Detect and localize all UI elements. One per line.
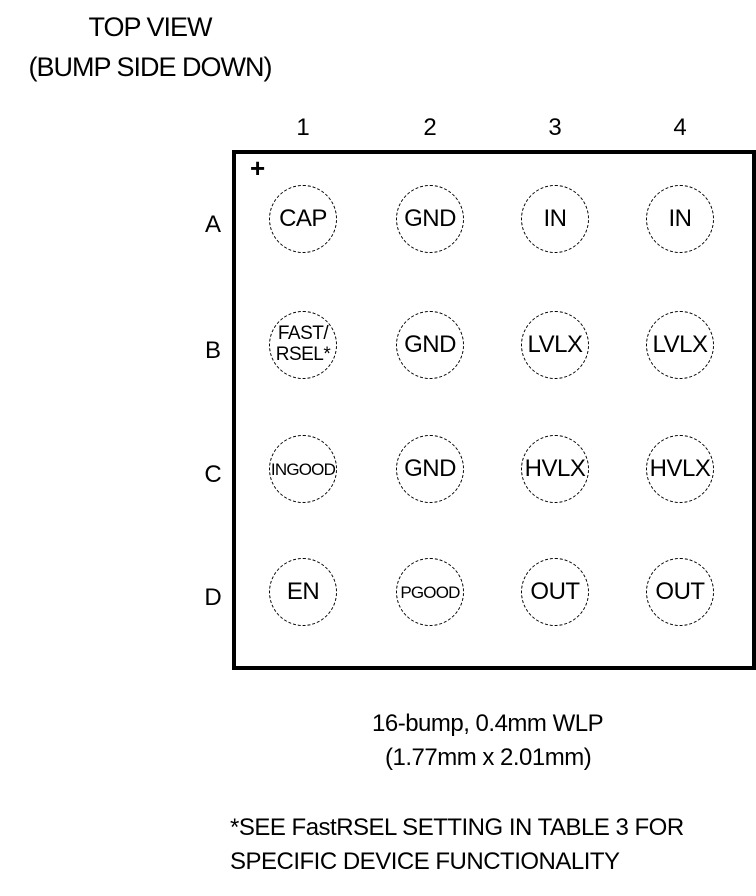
- bump-b2: GND: [396, 311, 464, 379]
- row-label: B: [204, 337, 221, 364]
- bump-c3: HVLX: [521, 435, 589, 503]
- bump-label: INGOOD: [270, 459, 336, 479]
- bump-label: GND: [404, 455, 456, 482]
- footnote-line-2: SPECIFIC DEVICE FUNCTIONALITY: [230, 848, 620, 875]
- bump-label: CAP: [279, 205, 327, 232]
- bump-label: IN: [668, 205, 693, 232]
- bump-label: FAST/ RSEL*: [275, 323, 331, 365]
- view-subtitle: (BUMP SIDE DOWN): [28, 52, 272, 82]
- bump-label: EN: [286, 578, 320, 605]
- column-label: 3: [548, 114, 562, 141]
- bump-label: LVLX: [652, 331, 708, 358]
- bump-c4: HVLX: [646, 435, 714, 503]
- bump-b1: FAST/ RSEL*: [269, 311, 337, 379]
- package-dimensions: (1.77mm x 2.01mm): [385, 744, 592, 771]
- view-title: TOP VIEW: [88, 12, 212, 42]
- bump-label: PGOOD: [400, 582, 460, 602]
- row-label: C: [204, 461, 222, 488]
- bump-label: LVLX: [527, 331, 583, 358]
- bump-label: OUT: [530, 578, 580, 605]
- bump-label: HVLX: [524, 455, 586, 482]
- bump-d2: PGOOD: [396, 558, 464, 626]
- column-label: 4: [673, 114, 687, 141]
- bump-label: OUT: [655, 578, 705, 605]
- bump-a1: CAP: [269, 185, 337, 253]
- footnote-line-1: *SEE FastRSEL SETTING IN TABLE 3 FOR: [230, 814, 684, 841]
- bump-c2: GND: [396, 435, 464, 503]
- bump-d1: EN: [269, 558, 337, 626]
- bump-label: GND: [404, 205, 456, 232]
- bump-b3: LVLX: [521, 311, 589, 379]
- row-label: A: [204, 211, 221, 238]
- bump-a4: IN: [646, 185, 714, 253]
- package-description: 16-bump, 0.4mm WLP: [372, 710, 604, 737]
- bump-d3: OUT: [521, 558, 589, 626]
- bump-a2: GND: [396, 185, 464, 253]
- pin1-marker-icon: +: [250, 153, 266, 183]
- column-label: 1: [296, 114, 310, 141]
- bump-label: GND: [404, 331, 456, 358]
- bump-a3: IN: [521, 185, 589, 253]
- bump-d4: OUT: [646, 558, 714, 626]
- column-label: 2: [423, 114, 437, 141]
- bump-label: IN: [543, 205, 568, 232]
- row-label: D: [204, 584, 222, 611]
- bump-b4: LVLX: [646, 311, 714, 379]
- bump-c1: INGOOD: [269, 435, 337, 503]
- bump-label: HVLX: [649, 455, 711, 482]
